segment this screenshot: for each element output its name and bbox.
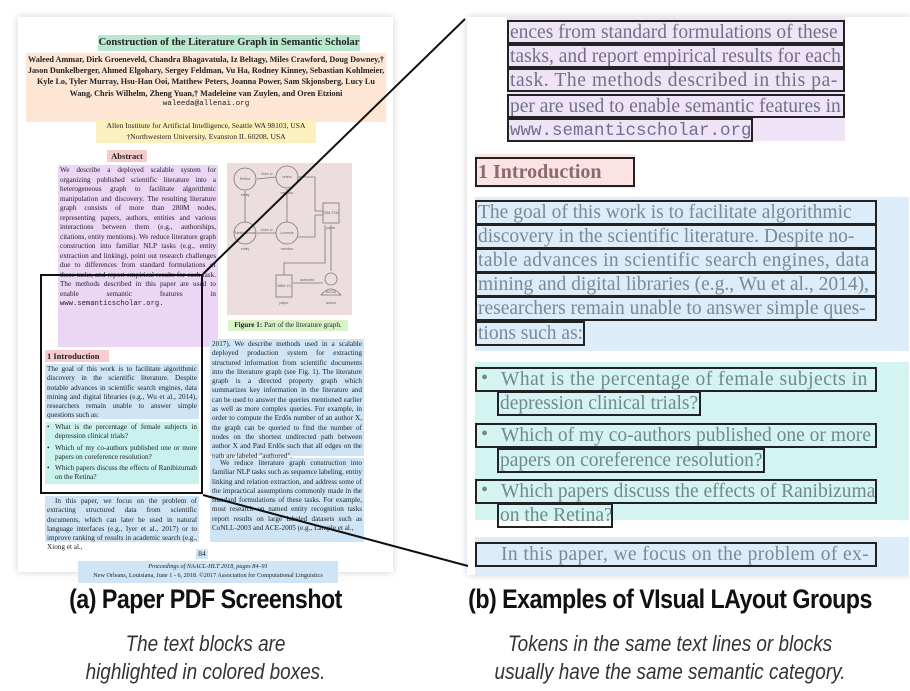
label-retina-mention: retina — [283, 175, 292, 179]
label-mention-2: mention — [281, 247, 294, 251]
caption-b-line-2: usually have the same semantic category. — [494, 659, 846, 684]
column-2-paragraph-1: 2017). We describe methods used in a sca… — [210, 339, 364, 460]
caption-text: Part of the literature graph. — [262, 321, 342, 329]
label-paper-2: paper — [279, 301, 289, 305]
text-line-box: on the Retina? — [497, 503, 613, 528]
text-line-box: www.semanticscholar.org. — [507, 118, 753, 142]
caption-b-subtitle: Tokens in the same text lines or blocks … — [464, 630, 877, 686]
text-line-box: depression clinical trials? — [497, 391, 701, 416]
label-entity-2: entity — [241, 247, 250, 251]
text-line-box: Which papers discuss the effects of Rani… — [475, 479, 877, 504]
paper-authors: Waleed Ammar, Dirk Groeneveld, Chandra B… — [26, 53, 386, 122]
caption-a-line-1: The text blocks are — [125, 631, 286, 656]
paper-affiliations: Allen Institute for Artificial Intellige… — [96, 119, 316, 143]
affiliation-1: Allen Institute for Artificial Intellige… — [106, 121, 306, 130]
text-line-box: table advances in scientific search engi… — [475, 248, 877, 273]
caption-label: Figure 1: — [234, 321, 263, 329]
text-line-box: per are used to enable semantic features… — [507, 94, 845, 118]
label-lucentis: Lucentis — [280, 231, 294, 235]
caption-a-subtitle: The text blocks are highlighted in color… — [44, 630, 367, 686]
text-line-box: tions such as: — [475, 321, 585, 346]
edge-authored-1: authored — [300, 278, 314, 282]
caption-a-line-2: highlighted in colored boxes. — [85, 659, 326, 684]
page-number: 84 — [196, 549, 208, 559]
text-line-box: tasks, and report empirical results for … — [507, 44, 845, 68]
text-line-box: researchers remain unable to answer simp… — [475, 296, 877, 321]
zoomed-layout-groups-panel: ences from standard formulations of thes… — [467, 17, 910, 575]
intro-paragraph-2: In this paper, we focus on the problem o… — [45, 496, 199, 552]
graph-diagram: Retina entity retina mention Ranibi-zuma… — [233, 165, 342, 305]
text-line-box: What is the percentage of female subject… — [475, 367, 877, 392]
author-list: Waleed Ammar, Dirk Groeneveld, Chandra B… — [27, 55, 385, 98]
edge-links-to-1: links to — [261, 172, 272, 176]
text-line-box: In this paper, we focus on the problem o… — [475, 542, 877, 567]
paper-pdf-page: Construction of the Literature Graph in … — [18, 17, 393, 583]
footer-location: New Orleans, Louisiana, June 1 - 6, 2018… — [93, 571, 323, 579]
paper-title: Construction of the Literature Graph in … — [98, 35, 360, 51]
caption-b-title: (b) Examples of VIsual LAyout Groups — [468, 584, 872, 614]
edge-links-to-2: links to — [261, 228, 272, 232]
caption-a-title: (a) Paper PDF Screenshot — [69, 584, 342, 614]
caption-b-line-1: Tokens in the same text lines or blocks — [507, 631, 833, 656]
label-mention-1: mention — [281, 191, 294, 195]
label-author: author — [326, 301, 337, 305]
text-line-box: mining and digital libraries (e.g., Wu e… — [475, 272, 877, 297]
text-line-box: papers on coreference resolution? — [497, 448, 765, 473]
label-author-id: 84134 — [326, 290, 336, 294]
label-ranibizumab: Ranibi-zumab — [234, 231, 256, 235]
footer-proceedings: Proceedings of NAACL-HLT 2018, pages 84–… — [148, 563, 268, 570]
figure-caption: Figure 1: Part of the literature graph. — [228, 320, 348, 331]
section-heading-box: 1 Introduction — [475, 157, 635, 187]
page-footer: Proceedings of NAACL-HLT 2018, pages 84–… — [78, 561, 338, 583]
text-line-box: The goal of this work is to facilitate a… — [475, 200, 877, 225]
abstract-heading: Abstract — [107, 150, 147, 162]
node-author-head — [324, 272, 338, 286]
text-line-box: discovery in the scientific literature. … — [475, 224, 877, 249]
zoom-region-outline — [40, 274, 203, 494]
literature-graph-figure: Retina entity retina mention Ranibi-zuma… — [227, 163, 352, 315]
column-2-paragraph-2: We reduce literature graph construction … — [210, 458, 364, 542]
label-paper-1: paper — [326, 226, 336, 230]
text-line-box: Which of my co-authors published one or … — [475, 423, 877, 448]
label-retina: Retina — [240, 177, 250, 181]
label-paper-2-id: 8884 13 — [278, 284, 291, 288]
affiliation-2: †Northwestern University, Evanston IL 60… — [126, 132, 286, 141]
text-line-box: ences from standard formulations of thes… — [507, 20, 845, 44]
label-paper-1-id: 2364 2784 — [323, 211, 340, 215]
author-email: waleeda@allenai.org — [162, 99, 250, 108]
label-entity-1: entity — [241, 193, 250, 197]
text-line-box: task. The methods described in this pa- — [507, 68, 845, 92]
